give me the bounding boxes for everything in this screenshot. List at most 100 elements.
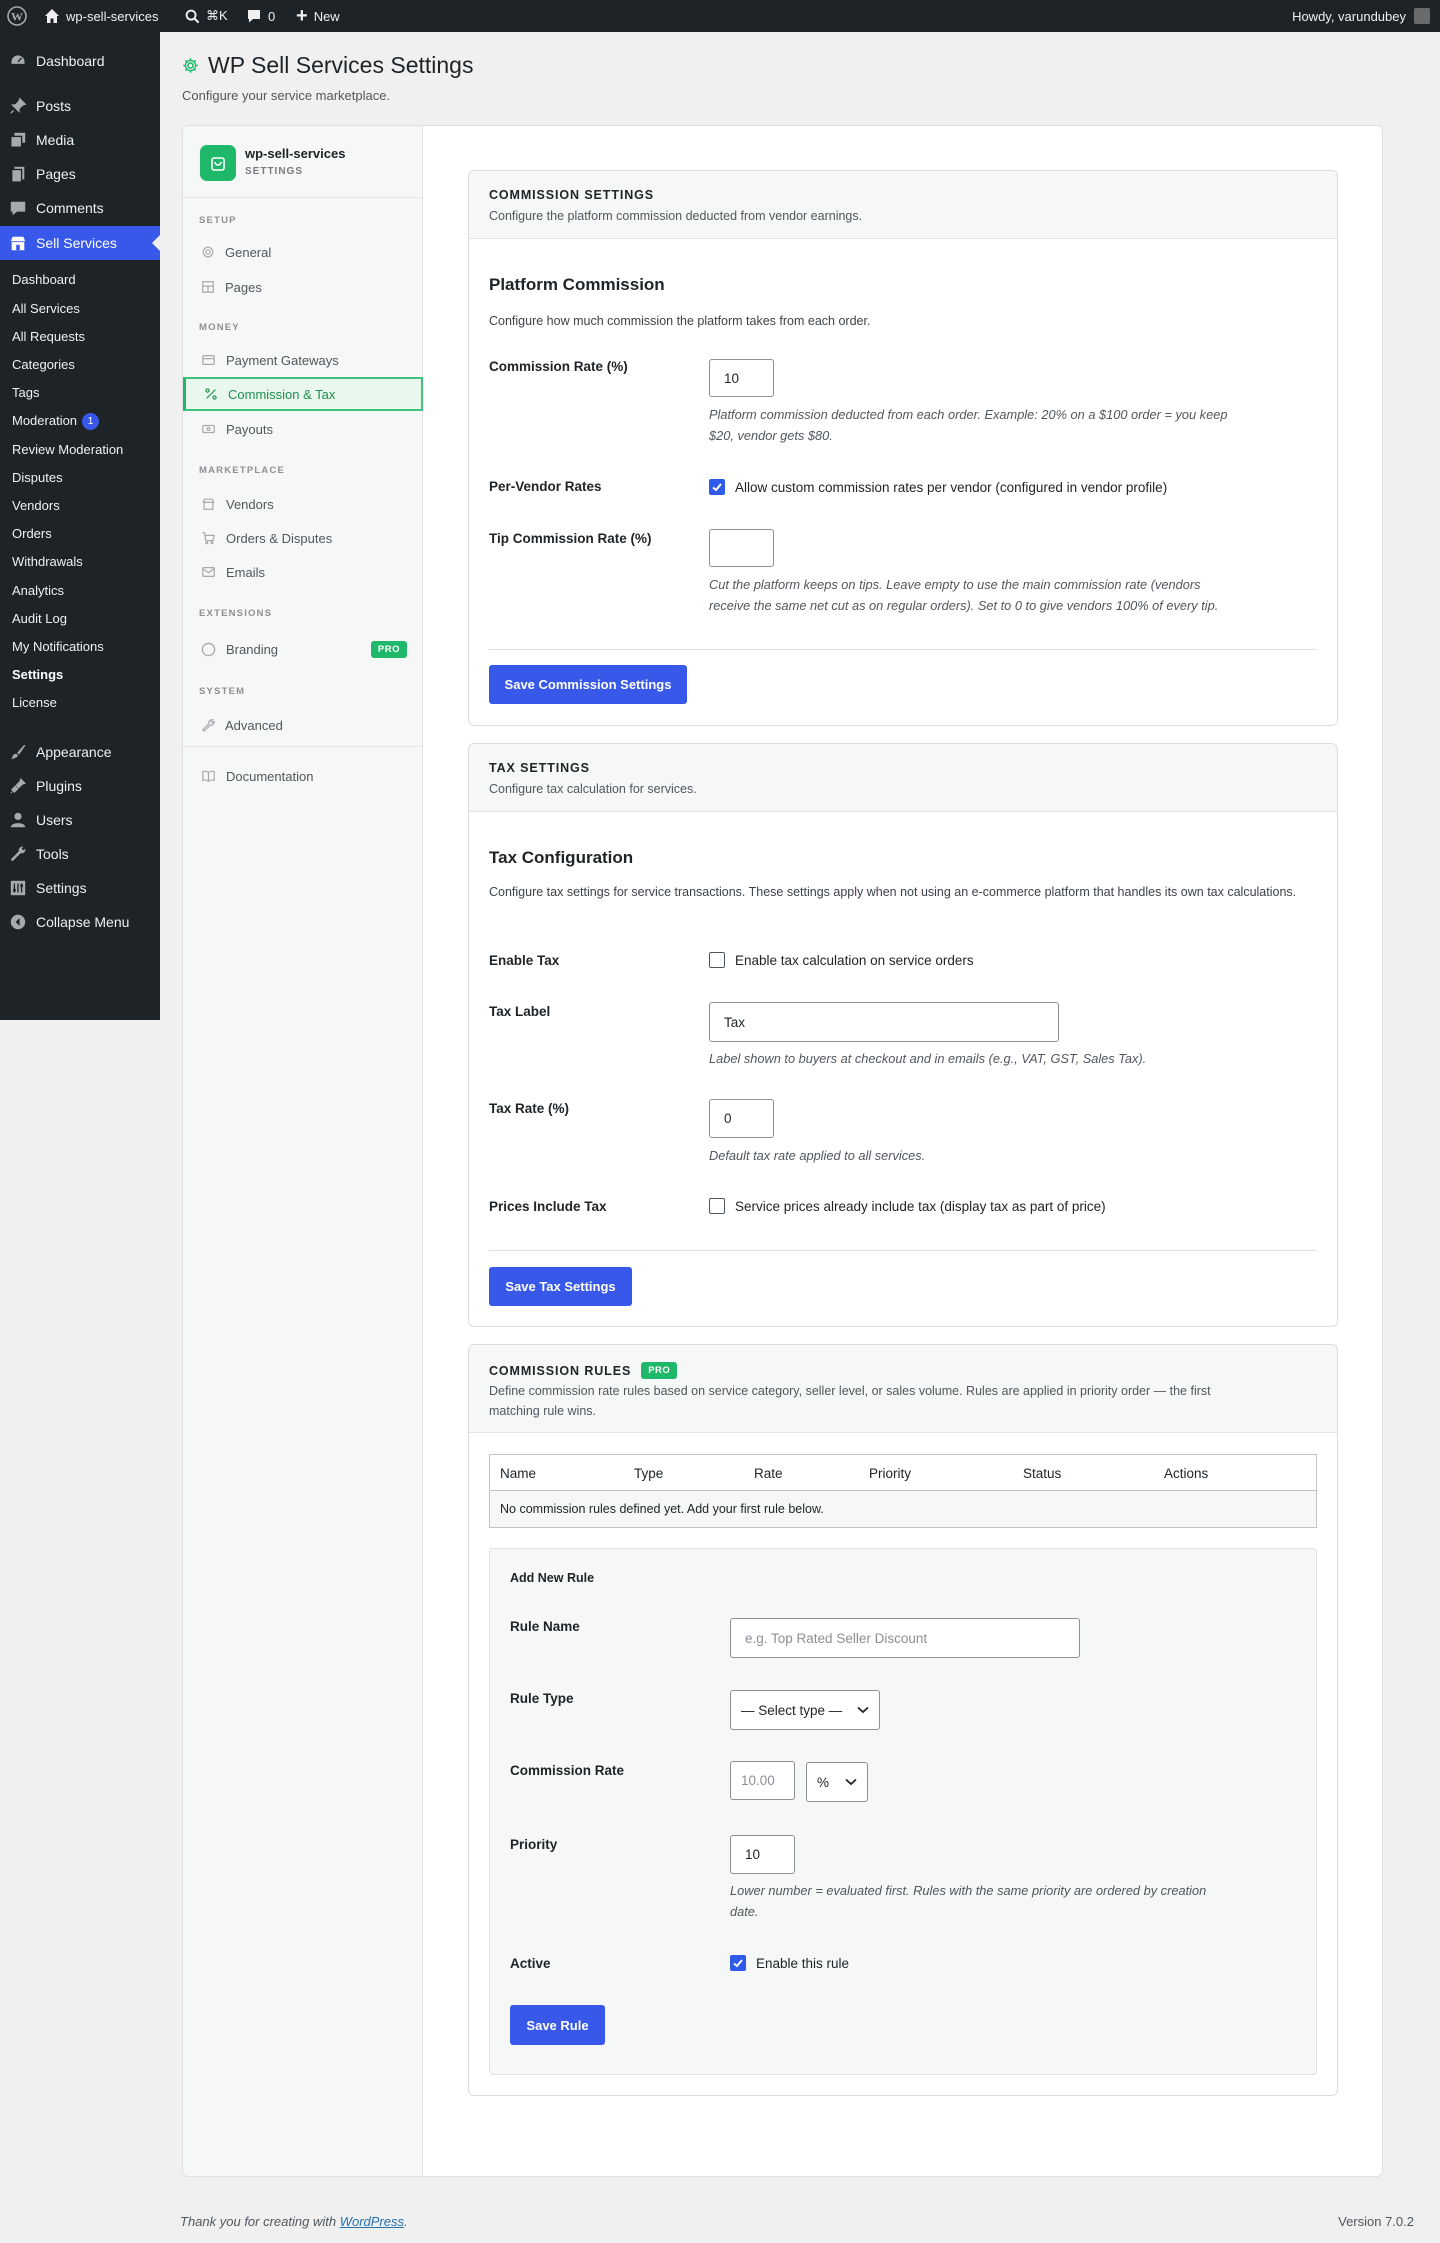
wordpress-logo-icon[interactable]: W xyxy=(7,0,27,32)
wordpress-link[interactable]: WordPress xyxy=(340,2214,404,2229)
column-header-actions: Actions xyxy=(1164,1466,1209,1481)
submenu-withdrawals[interactable]: Withdrawals xyxy=(12,553,83,571)
menu-tools[interactable]: Tools xyxy=(0,837,160,871)
submenu-vendors[interactable]: Vendors xyxy=(12,497,60,515)
submenu-analytics[interactable]: Analytics xyxy=(12,582,64,600)
nav-item-vendors[interactable]: Vendors xyxy=(183,487,423,521)
priority-help: Lower number = evaluated first. Rules wi… xyxy=(730,1880,1206,1922)
submenu-disputes[interactable]: Disputes xyxy=(12,469,63,487)
prices-include-tax-checkbox[interactable]: Service prices already include tax (disp… xyxy=(709,1198,1106,1214)
menu-media[interactable]: Media xyxy=(0,123,160,157)
nav-item-emails[interactable]: Emails xyxy=(183,555,423,589)
save-rule-button[interactable]: Save Rule xyxy=(510,2005,605,2045)
tax-rate-input[interactable]: 0 xyxy=(709,1099,774,1138)
nav-item-branding[interactable]: Branding PRO xyxy=(183,632,423,666)
page-title: WP Sell Services Settings xyxy=(208,52,474,78)
nav-item-documentation[interactable]: Documentation xyxy=(183,759,423,793)
commission-rules-table: Name Type Rate Priority Status Actions N… xyxy=(489,1454,1317,1528)
submenu-categories[interactable]: Categories xyxy=(12,356,75,374)
card-description: Configure tax calculation for services. xyxy=(489,782,697,796)
submenu-audit-log[interactable]: Audit Log xyxy=(12,610,67,628)
section-description: Configure tax settings for service trans… xyxy=(489,885,1297,899)
rule-type-select[interactable]: — Select type — xyxy=(730,1690,880,1730)
my-account-link[interactable]: Howdy, varundubey xyxy=(1292,0,1430,32)
tax-label-input[interactable]: Tax xyxy=(709,1002,1059,1042)
nav-item-label: Documentation xyxy=(226,768,314,784)
menu-pages[interactable]: Pages xyxy=(0,157,160,191)
commission-rate-input[interactable]: 10 xyxy=(709,359,774,397)
menu-plugins[interactable]: Plugins xyxy=(0,769,160,803)
divider xyxy=(489,649,1317,650)
per-vendor-rates-checkbox[interactable]: Allow custom commission rates per vendor… xyxy=(709,479,1167,495)
nav-item-label: Payouts xyxy=(226,421,273,437)
card-title: TAX SETTINGS xyxy=(489,761,590,775)
menu-settings[interactable]: Settings xyxy=(0,871,160,905)
nav-item-advanced[interactable]: Advanced xyxy=(183,708,423,742)
commission-rules-card: COMMISSION RULES PRO Define commission r… xyxy=(468,1344,1338,2096)
plus-icon: + xyxy=(296,5,308,27)
tip-commission-rate-input[interactable] xyxy=(709,529,774,567)
nav-item-label: Payment Gateways xyxy=(226,352,339,368)
submenu-license[interactable]: License xyxy=(12,694,57,712)
chevron-down-icon xyxy=(857,1706,869,1714)
active-label: Active xyxy=(510,1956,551,1971)
collapse-menu-button[interactable]: Collapse Menu xyxy=(0,905,160,939)
save-tax-settings-button[interactable]: Save Tax Settings xyxy=(489,1267,632,1306)
tax-label-help: Label shown to buyers at checkout and in… xyxy=(709,1051,1147,1066)
submenu-moderation[interactable]: Moderation 1 xyxy=(12,412,100,431)
nav-item-commission-tax[interactable]: Commission & Tax xyxy=(183,377,423,411)
menu-label: Pages xyxy=(36,166,76,182)
checkbox-unchecked-icon[interactable] xyxy=(709,952,725,968)
nav-item-pages[interactable]: Pages xyxy=(183,270,423,304)
comments-link[interactable]: 0 xyxy=(246,0,275,32)
submenu-settings[interactable]: Settings xyxy=(12,666,63,684)
current-menu-arrow xyxy=(152,235,160,251)
menu-posts[interactable]: Posts xyxy=(0,89,160,123)
checkbox-unchecked-icon[interactable] xyxy=(709,1198,725,1214)
section-title: Platform Commission xyxy=(489,275,665,294)
priority-input[interactable]: 10 xyxy=(730,1835,795,1874)
site-name-link[interactable]: wp-sell-services xyxy=(44,0,158,32)
menu-users[interactable]: Users xyxy=(0,803,160,837)
nav-section-marketplace: MARKETPLACE xyxy=(199,465,286,476)
prices-include-tax-label: Prices Include Tax xyxy=(489,1199,607,1214)
tax-rate-label: Tax Rate (%) xyxy=(489,1101,570,1116)
wrench-icon xyxy=(201,719,215,732)
card-header: COMMISSION RULES PRO Define commission r… xyxy=(469,1345,1337,1433)
menu-comments[interactable]: Comments xyxy=(0,191,160,225)
nav-item-payouts[interactable]: Payouts xyxy=(183,412,423,446)
nav-item-payment-gateways[interactable]: Payment Gateways xyxy=(183,343,423,377)
nav-item-general[interactable]: General xyxy=(183,235,423,269)
submenu-dashboard[interactable]: Dashboard xyxy=(12,271,76,289)
enable-rule-checkbox[interactable]: Enable this rule xyxy=(730,1955,849,1971)
checkbox-checked-icon[interactable] xyxy=(709,479,725,495)
menu-sell-services[interactable]: Sell Services xyxy=(0,226,160,260)
rate-unit-select[interactable]: % xyxy=(806,1762,868,1802)
menu-label: Appearance xyxy=(36,744,112,760)
new-content-link[interactable]: + New xyxy=(296,0,340,32)
menu-appearance[interactable]: Appearance xyxy=(0,735,160,769)
command-palette-button[interactable]: ⌘K xyxy=(185,0,228,32)
submenu-my-notifications[interactable]: My Notifications xyxy=(12,638,104,656)
nav-item-orders-disputes[interactable]: Orders & Disputes xyxy=(183,521,423,555)
empty-table-message: No commission rules defined yet. Add you… xyxy=(490,1491,1316,1527)
store-icon xyxy=(0,234,36,252)
rule-name-input[interactable]: e.g. Top Rated Seller Discount xyxy=(730,1618,1080,1658)
nav-section-system: SYSTEM xyxy=(199,686,246,697)
submenu-all-services[interactable]: All Services xyxy=(12,300,80,318)
menu-dashboard[interactable]: Dashboard xyxy=(0,44,160,78)
submenu-all-requests[interactable]: All Requests xyxy=(12,328,85,346)
user-icon xyxy=(0,811,36,829)
save-commission-settings-button[interactable]: Save Commission Settings xyxy=(489,665,687,704)
divider xyxy=(489,1250,1317,1251)
submenu-review-moderation[interactable]: Review Moderation xyxy=(12,441,123,459)
submenu-orders[interactable]: Orders xyxy=(12,525,52,543)
checkbox-checked-icon[interactable] xyxy=(730,1955,746,1971)
menu-label: Sell Services xyxy=(36,235,117,251)
gear-icon xyxy=(182,57,199,77)
checkbox-label: Service prices already include tax (disp… xyxy=(735,1198,1106,1214)
rule-commission-rate-input[interactable]: 10.00 xyxy=(730,1761,795,1800)
description-line: matching rule wins. xyxy=(489,1404,596,1418)
enable-tax-checkbox[interactable]: Enable tax calculation on service orders xyxy=(709,952,974,968)
submenu-tags[interactable]: Tags xyxy=(12,384,39,402)
